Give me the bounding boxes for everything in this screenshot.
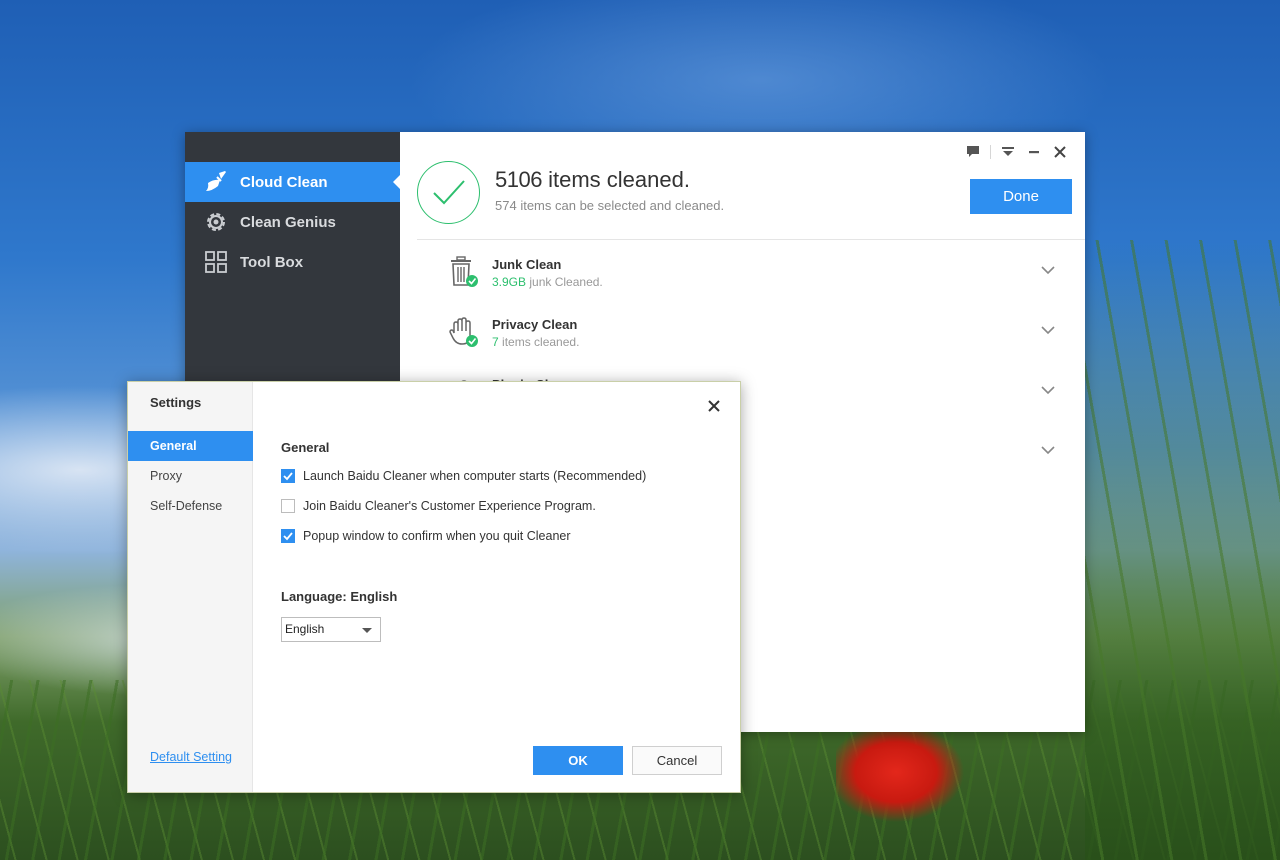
sidebar-item-label: Clean Genius xyxy=(240,213,336,231)
row-sub-text: junk Cleaned. xyxy=(529,275,603,289)
broom-icon xyxy=(205,171,227,193)
grid-icon xyxy=(205,251,227,273)
row-highlight: 7 xyxy=(492,335,499,349)
settings-sidebar: Settings General Proxy Self-Defense Defa… xyxy=(128,382,253,792)
title-controls-divider xyxy=(990,145,991,159)
result-divider xyxy=(417,239,1085,240)
chevron-down-icon[interactable] xyxy=(1039,261,1057,279)
row-subtitle: 3.9GB junk Cleaned. xyxy=(492,275,603,289)
sidebar-item-clean-genius[interactable]: Clean Genius xyxy=(185,202,400,242)
settings-dialog: Settings General Proxy Self-Defense Defa… xyxy=(127,381,741,793)
wallpaper-poppy xyxy=(836,732,972,832)
tab-general[interactable]: General xyxy=(128,431,253,461)
confirm-quit-option[interactable]: Popup window to confirm when you quit Cl… xyxy=(281,529,571,543)
option-label: Launch Baidu Cleaner when computer start… xyxy=(303,469,647,483)
sidebar-item-cloud-clean[interactable]: Cloud Clean xyxy=(185,162,400,202)
gear-icon xyxy=(205,211,227,233)
row-highlight: 3.9GB xyxy=(492,275,527,289)
menu-icon[interactable] xyxy=(995,142,1021,162)
tab-self-defense[interactable]: Self-Defense xyxy=(128,491,253,521)
result-title: 5106 items cleaned. xyxy=(495,167,690,193)
row-sub-text: items cleaned. xyxy=(502,335,580,349)
privacy-clean-row[interactable]: Privacy Clean 7 items cleaned. xyxy=(417,309,1067,365)
sidebar-item-tool-box[interactable]: Tool Box xyxy=(185,242,400,282)
feedback-icon[interactable] xyxy=(960,142,986,162)
sidebar-item-label: Cloud Clean xyxy=(240,173,328,191)
sidebar-item-label: Tool Box xyxy=(240,253,304,271)
close-icon[interactable] xyxy=(706,398,722,414)
language-label: Language: English xyxy=(281,589,398,604)
chevron-down-icon[interactable] xyxy=(1039,381,1057,399)
row-title: Junk Clean xyxy=(492,257,562,272)
chevron-down-icon xyxy=(362,628,372,633)
hand-icon xyxy=(447,315,481,349)
general-section-title: General xyxy=(281,440,330,455)
ok-button[interactable]: OK xyxy=(533,746,623,775)
settings-title: Settings xyxy=(150,395,202,410)
cleaned-count: 5106 xyxy=(495,167,542,192)
check-circle-icon xyxy=(417,161,480,224)
option-label: Popup window to confirm when you quit Cl… xyxy=(303,529,571,543)
experience-program-option[interactable]: Join Baidu Cleaner's Customer Experience… xyxy=(281,499,596,513)
trash-icon xyxy=(447,255,481,289)
row-subtitle: 7 items cleaned. xyxy=(492,335,579,349)
close-icon[interactable] xyxy=(1047,142,1073,162)
cleaned-suffix: items cleaned. xyxy=(548,167,690,192)
row-title: Privacy Clean xyxy=(492,317,578,332)
minimize-icon[interactable] xyxy=(1021,142,1047,162)
default-setting-link[interactable]: Default Setting xyxy=(150,750,232,764)
experience-program-checkbox[interactable] xyxy=(281,499,295,513)
junk-clean-row[interactable]: Junk Clean 3.9GB junk Cleaned. xyxy=(417,249,1067,305)
wallpaper-grass-right xyxy=(1085,240,1280,860)
done-button[interactable]: Done xyxy=(970,179,1072,214)
selectable-count: 574 xyxy=(495,198,517,213)
selectable-suffix: items can be selected and cleaned. xyxy=(520,198,725,213)
tab-proxy[interactable]: Proxy xyxy=(128,461,253,491)
language-select[interactable]: English xyxy=(281,617,381,642)
option-label: Join Baidu Cleaner's Customer Experience… xyxy=(303,499,596,513)
chevron-down-icon[interactable] xyxy=(1039,441,1057,459)
chevron-down-icon[interactable] xyxy=(1039,321,1057,339)
confirm-quit-checkbox[interactable] xyxy=(281,529,295,543)
result-subtitle: 574 items can be selected and cleaned. xyxy=(495,198,724,213)
language-selected: English xyxy=(285,622,325,636)
launch-on-startup-checkbox[interactable] xyxy=(281,469,295,483)
launch-on-startup-option[interactable]: Launch Baidu Cleaner when computer start… xyxy=(281,469,646,483)
cancel-button[interactable]: Cancel xyxy=(632,746,722,775)
title-bar-controls xyxy=(960,142,1073,162)
